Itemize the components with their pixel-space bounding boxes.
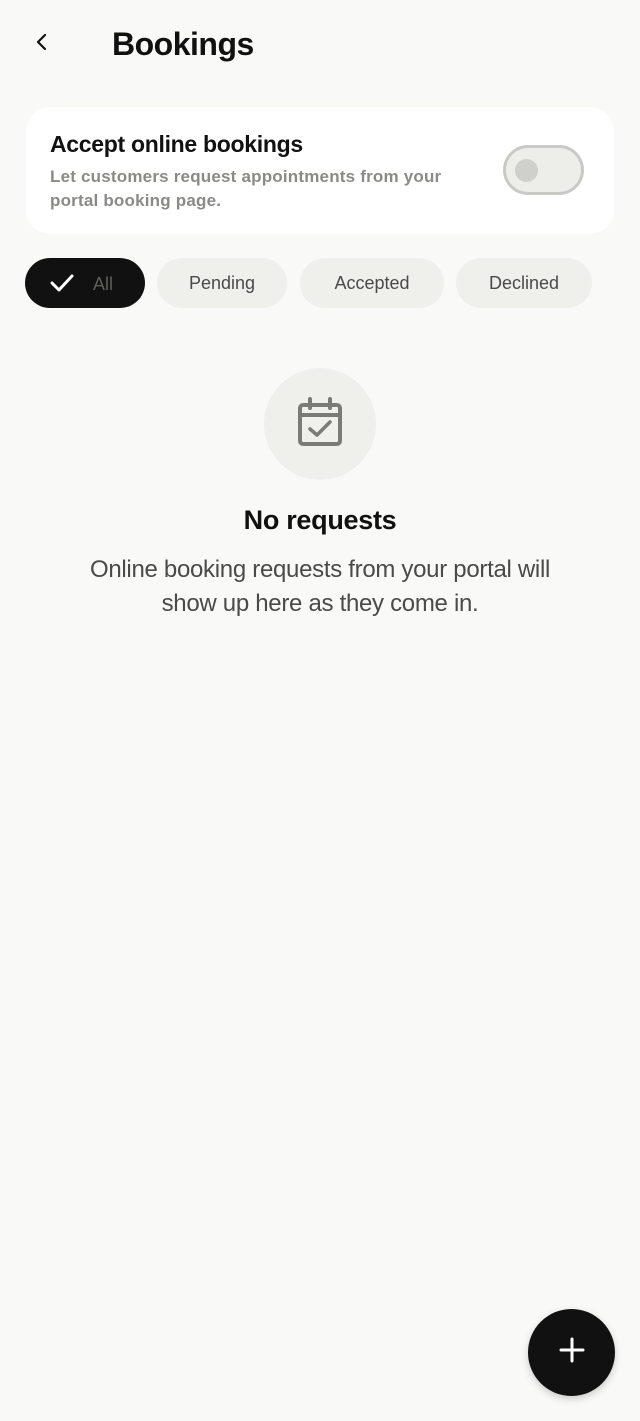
filter-chip-label: All — [93, 274, 114, 294]
app-header: Bookings — [0, 0, 640, 90]
filter-chip-label: Declined — [488, 272, 560, 293]
toggle-knob — [515, 159, 538, 182]
add-booking-button[interactable] — [528, 1309, 615, 1396]
accept-bookings-card: Accept online bookings Let customers req… — [26, 107, 614, 234]
accept-bookings-description: Let customers request appointments from … — [50, 167, 442, 210]
empty-state-title: No requests — [243, 505, 397, 535]
page-title: Bookings — [112, 26, 254, 62]
empty-state-description: Online booking requests from your portal… — [89, 556, 551, 617]
accept-bookings-title: Accept online bookings — [50, 131, 303, 157]
filter-chip-accepted[interactable]: Accepted — [300, 258, 444, 308]
accept-bookings-toggle[interactable] — [503, 145, 584, 195]
plus-icon — [559, 1337, 585, 1368]
filter-chip-declined[interactable]: Declined — [456, 258, 592, 308]
back-button[interactable] — [22, 24, 62, 64]
filter-chip-pending[interactable]: Pending — [157, 258, 287, 308]
filter-chip-label: Pending — [188, 272, 256, 293]
bookings-screen: Bookings Accept online bookings Let cust… — [0, 0, 640, 1421]
calendar-check-icon — [297, 396, 343, 452]
chevron-left-icon — [32, 32, 52, 57]
check-icon — [49, 271, 75, 295]
filter-chip-label: Accepted — [334, 272, 410, 293]
filter-chip-all[interactable]: All — [25, 258, 145, 308]
empty-state-icon-container — [264, 368, 376, 480]
